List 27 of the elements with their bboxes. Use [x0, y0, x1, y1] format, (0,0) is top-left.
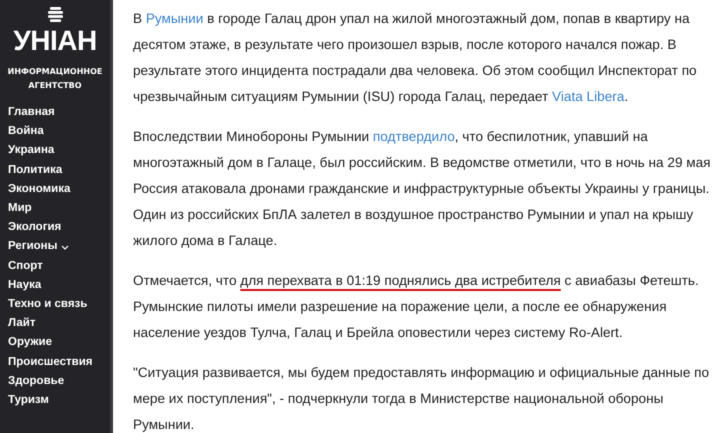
menu-item[interactable]: Туризм — [8, 391, 49, 410]
menu-item[interactable]: Спорт — [8, 256, 43, 276]
menu-item[interactable]: Политика — [8, 160, 62, 180]
striped-circle-icon — [48, 7, 62, 22]
chevron-down-icon — [61, 244, 70, 250]
menu-item[interactable]: Техно и связь — [8, 295, 88, 314]
menu-item[interactable]: Здоровье — [8, 372, 64, 392]
menu-item[interactable]: Оружие — [8, 333, 52, 353]
article-link[interactable]: подтвердило — [372, 129, 455, 144]
logo-tagline: ИНФОРМАЦИОННОЕ АГЕНТСТВО — [8, 66, 102, 92]
article-paragraph: В Румынии в городе Галац дрон упал на жилой многоэтажный дом, попав в квартиру на десятом этаже, в результате чего произошел взрыв, после которого начался пожар. В результате этого инцидента пострадали два человека. Об этом сообщил Инспекторат по чрезвычайным ситуациям Румынии (ISU) города Галац, передает Viata Libera. — [133, 10, 698, 106]
menu-item[interactable]: Экономика — [8, 180, 70, 200]
menu-item[interactable]: Украина — [8, 141, 54, 161]
article-paragraph: Впоследствии Минобороны Румынии подтвердило, что беспилотник, упавший на многоэтажный дом в Галаце, был российским. В ведомстве отметили, что в ночь на 29 мая Россия атаковала дронами гражданские и инфраструктурные объекты Украины у границы. Один из российских БпЛА залетел в воздушное пространство Румынии и упал на крышу жилого дома в Галаце. — [133, 128, 712, 250]
article-link[interactable]: Румынии — [146, 11, 204, 26]
menu-item[interactable]: Лайт — [8, 314, 36, 334]
article-paragraph: Отмечается, что для перехвата в 01:19 поднялись два истребителя с авиабазы Фетешть. Румынские пилоты имели разрешение на поражение цели, а после ее обнаружения население уездов Тулча, Галац и Брейла оповестили через систему Ro-Alert. — [133, 272, 700, 342]
menu-item[interactable]: Мир — [8, 199, 32, 218]
article-link[interactable]: Viata Libera — [552, 89, 624, 104]
menu-item[interactable]: Война — [8, 122, 44, 142]
menu-item[interactable]: Главная — [8, 103, 55, 122]
menu-item[interactable]: Регионы — [8, 237, 70, 257]
menu-item[interactable]: Экология — [8, 218, 62, 238]
logo-wordmark[interactable]: УНІАН — [13, 23, 97, 59]
menu-item[interactable]: Происшествия — [8, 352, 92, 372]
menu-item[interactable]: Наука — [8, 276, 42, 296]
article-paragraph: "Ситуация развивается, мы будем предоставлять информацию и официальные данные по мере их поступления", - подчеркнули тогда в Министерстве национальной обороны Румынии. — [133, 364, 710, 433]
